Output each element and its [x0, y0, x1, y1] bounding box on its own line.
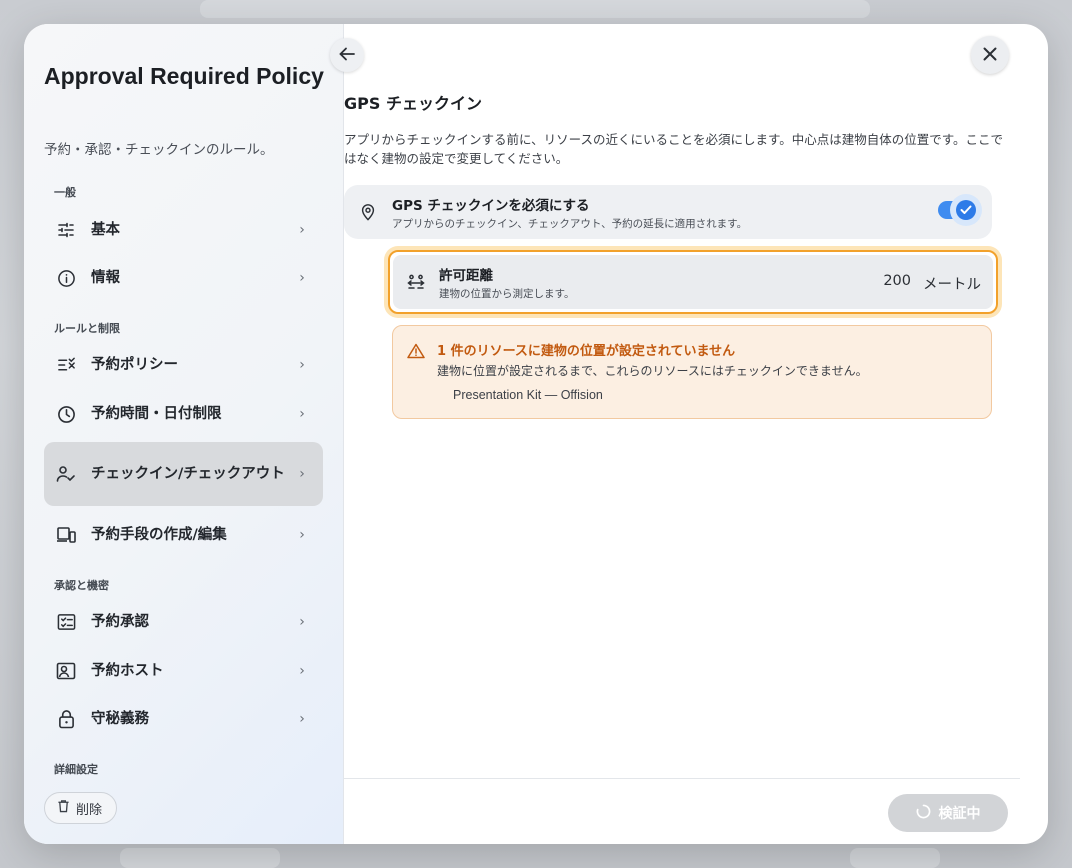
sidebar-item-label: 予約ホスト	[91, 663, 164, 679]
chevron-right-icon: ›	[299, 614, 305, 630]
sidebar-item-booking-policy[interactable]: 予約ポリシー ›	[44, 343, 323, 387]
distance-value-field[interactable]: 200 メートル	[883, 273, 981, 294]
sidebar-item-label: チェックイン/チェックアウト	[91, 466, 285, 482]
chevron-right-icon: ›	[299, 222, 305, 238]
sidebar-item-basic[interactable]: 基本 ›	[44, 208, 323, 252]
sidebar-item-label: 予約承認	[91, 614, 149, 630]
close-icon	[983, 46, 997, 65]
distance-hint: 建物の位置から測定します。	[439, 287, 575, 300]
clock-icon	[56, 404, 76, 424]
distance-label: 許可距離	[439, 267, 493, 284]
sidebar-item-time-limits[interactable]: 予約時間・日付制限 ›	[44, 392, 323, 436]
info-icon	[56, 268, 76, 288]
gps-toggle-hint: アプリからのチェックイン、チェックアウト、予約の延長に適用されます。	[392, 217, 748, 230]
gps-required-toggle[interactable]	[938, 194, 982, 226]
section-label-approval: 承認と機密	[54, 579, 109, 592]
devices-icon	[56, 525, 76, 545]
dialog-title: Approval Required Policy	[44, 63, 324, 89]
section-label-advanced: 詳細設定	[54, 763, 98, 776]
sidebar-item-booking-approval[interactable]: 予約承認 ›	[44, 600, 323, 644]
allowed-distance-setting[interactable]: 許可距離 建物の位置から測定します。 200 メートル	[393, 255, 993, 309]
warning-resource-item: Presentation Kit — Offision	[453, 388, 603, 402]
section-label-general: 一般	[54, 186, 76, 199]
toggle-knob	[950, 194, 982, 226]
chevron-right-icon: ›	[299, 711, 305, 727]
approval-icon	[56, 612, 76, 632]
missing-location-warning: 1 件のリソースに建物の位置が設定されていません 建物に位置が設定されるまで、こ…	[392, 325, 992, 419]
main-panel: GPS チェックイン アプリからチェックインする前に、リソースの近くにいることを…	[330, 24, 1048, 844]
gps-toggle-label: GPS チェックインを必須にする	[392, 197, 590, 214]
page-description: アプリからチェックインする前に、リソースの近くにいることを必須にします。中心点は…	[344, 132, 1004, 166]
sliders-icon	[56, 220, 76, 240]
warning-title: 1 件のリソースに建物の位置が設定されていません	[437, 344, 736, 359]
person-check-icon	[56, 464, 76, 484]
warning-body: 建物に位置が設定されるまで、これらのリソースにはチェックインできません。	[437, 364, 868, 378]
distance-unit: メートル	[923, 277, 981, 293]
sidebar-item-label: 守秘義務	[91, 711, 149, 727]
chevron-right-icon: ›	[299, 466, 305, 482]
sidebar-item-confidentiality[interactable]: 守秘義務 ›	[44, 697, 323, 741]
trash-icon	[57, 799, 70, 817]
sidebar: Approval Required Policy 予約・承認・チェックインのルー…	[24, 24, 344, 844]
arrow-left-icon	[339, 46, 355, 65]
page-title: GPS チェックイン	[344, 94, 482, 113]
sidebar-item-info[interactable]: 情報 ›	[44, 256, 323, 300]
verify-button[interactable]: 検証中	[888, 794, 1008, 832]
sidebar-item-label: 予約ポリシー	[91, 357, 178, 373]
distance-value: 200	[883, 273, 911, 289]
sidebar-item-checkin-checkout[interactable]: チェックイン/チェックアウト ›	[44, 442, 323, 506]
spinner-icon	[916, 804, 931, 823]
back-button[interactable]	[330, 38, 364, 72]
sidebar-item-label: 基本	[91, 222, 120, 238]
chevron-right-icon: ›	[299, 406, 305, 422]
check-icon	[956, 200, 976, 220]
delete-button[interactable]: 削除	[44, 792, 118, 824]
verify-button-label: 検証中	[938, 806, 981, 822]
sidebar-item-booking-host[interactable]: 予約ホスト ›	[44, 649, 323, 693]
section-label-rules: ルールと制限	[54, 322, 120, 335]
location-pin-icon	[344, 203, 392, 221]
chevron-right-icon: ›	[299, 663, 305, 679]
warning-triangle-icon	[407, 343, 425, 363]
sidebar-item-label: 予約手段の作成/編集	[91, 527, 227, 543]
allowed-distance-highlight: 許可距離 建物の位置から測定します。 200 メートル	[388, 250, 998, 314]
sidebar-item-booking-methods[interactable]: 予約手段の作成/編集 ›	[44, 513, 323, 557]
footer-divider	[344, 778, 1020, 779]
policy-list-icon	[56, 355, 76, 375]
chevron-right-icon: ›	[299, 270, 305, 286]
host-icon	[56, 661, 76, 681]
lock-icon	[56, 709, 76, 729]
chevron-right-icon: ›	[299, 527, 305, 543]
delete-button-label: 削除	[76, 802, 103, 818]
sidebar-item-label: 情報	[91, 270, 120, 286]
close-button[interactable]	[971, 36, 1009, 74]
dialog-subtitle: 予約・承認・チェックインのルール。	[44, 142, 274, 158]
policy-dialog: Approval Required Policy 予約・承認・チェックインのルー…	[24, 24, 1048, 844]
chevron-right-icon: ›	[299, 357, 305, 373]
distance-icon	[393, 274, 439, 290]
sidebar-item-label: 予約時間・日付制限	[91, 406, 222, 422]
gps-checkin-setting: GPS チェックインを必須にする アプリからのチェックイン、チェックアウト、予約…	[344, 185, 992, 239]
